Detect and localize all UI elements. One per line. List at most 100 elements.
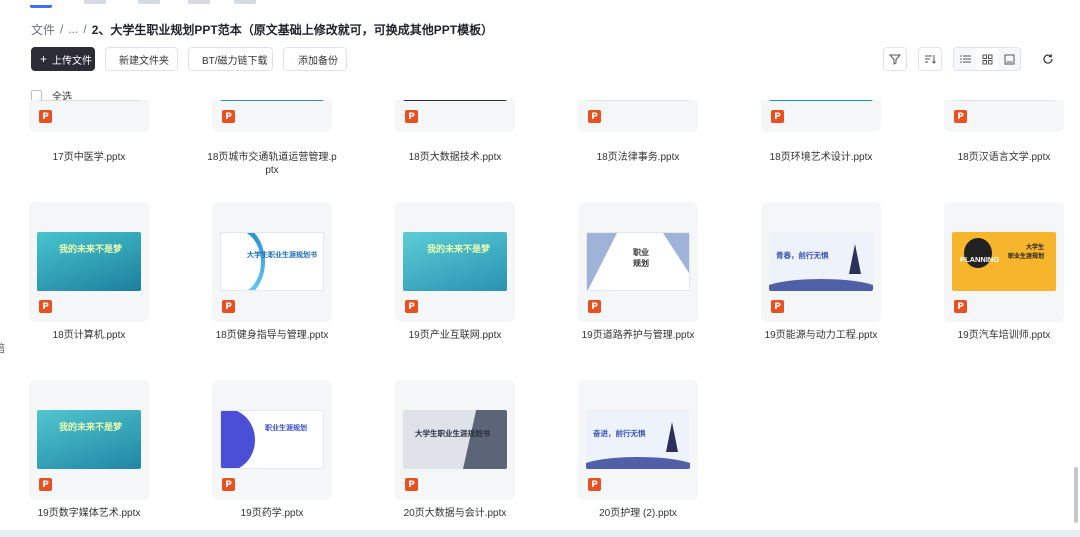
file-card[interactable]: 职业生涯规划 P bbox=[212, 380, 332, 500]
add-backup-button[interactable]: 添加备份 bbox=[283, 47, 347, 71]
ppt-file-icon: P bbox=[222, 300, 235, 313]
grid-view-toggle[interactable] bbox=[976, 48, 998, 70]
thumbnail-title: 奋进，前行无惧 bbox=[593, 429, 646, 438]
sort-button[interactable] bbox=[918, 47, 942, 71]
file-name[interactable]: 18页汉语言文学.pptx bbox=[939, 151, 1069, 164]
top-tab-strip bbox=[30, 0, 290, 8]
file-thumbnail: 职业 规划 bbox=[586, 232, 690, 291]
thumbnail-title: 我的未来不是梦 bbox=[59, 244, 123, 254]
new-folder-label: 新建文件夹 bbox=[119, 55, 169, 67]
thumbnail-shape bbox=[849, 244, 861, 274]
thumbnail-word: PLANNING bbox=[960, 255, 1000, 264]
thumbnail-title: 青春，前行无惧 bbox=[776, 251, 829, 260]
file-card[interactable]: P bbox=[761, 100, 881, 132]
file-card[interactable]: 我的未来不是梦 P bbox=[29, 202, 149, 322]
tab-active-indicator[interactable] bbox=[30, 5, 52, 8]
refresh-button[interactable] bbox=[1036, 47, 1060, 71]
thumbnail-shape bbox=[586, 457, 690, 469]
file-thumbnail: 我的未来不是梦 bbox=[37, 232, 141, 291]
view-controls bbox=[883, 47, 1060, 71]
file-card[interactable]: 大学生职业生涯规划书 P bbox=[212, 202, 332, 322]
file-name[interactable]: 18页城市交通轨道运营管理.p ptx bbox=[207, 151, 337, 177]
ppt-file-icon: P bbox=[39, 478, 52, 491]
file-thumbnail bbox=[37, 100, 141, 101]
filter-button[interactable] bbox=[883, 47, 907, 71]
list-view-toggle[interactable] bbox=[954, 48, 976, 70]
file-name[interactable]: 18页计算机.pptx bbox=[24, 329, 154, 342]
ppt-file-icon: P bbox=[222, 478, 235, 491]
ppt-file-icon: P bbox=[588, 110, 601, 123]
tab-4[interactable] bbox=[188, 0, 210, 4]
ppt-file-icon: P bbox=[588, 478, 601, 491]
refresh-icon bbox=[1043, 54, 1053, 64]
file-name[interactable]: 19页产业互联网.pptx bbox=[390, 329, 520, 342]
thumbnail-shape bbox=[221, 233, 261, 290]
thumbnail-title: 大学生职业生涯规划书 bbox=[247, 252, 317, 259]
tab-2[interactable] bbox=[84, 0, 106, 4]
breadcrumb-root[interactable]: 文件 bbox=[31, 21, 55, 38]
upload-button[interactable]: + 上传文件 bbox=[31, 47, 95, 71]
file-thumbnail bbox=[952, 100, 1056, 101]
tab-3[interactable] bbox=[138, 0, 160, 4]
file-thumbnail bbox=[220, 100, 324, 101]
file-card[interactable]: 奋进，前行无惧 P bbox=[578, 380, 698, 500]
file-card[interactable]: 我的未来不是梦 P bbox=[395, 202, 515, 322]
image-icon bbox=[1004, 54, 1014, 64]
file-card[interactable]: 我的未来不是梦 P bbox=[29, 380, 149, 500]
ppt-file-icon: P bbox=[954, 110, 967, 123]
file-name[interactable]: 20页护理 (2).pptx bbox=[573, 507, 703, 520]
file-card[interactable]: P bbox=[29, 100, 149, 132]
file-card[interactable]: P bbox=[212, 100, 332, 132]
list-icon bbox=[959, 55, 971, 63]
file-name[interactable]: 18页环境艺术设计.pptx bbox=[756, 151, 886, 164]
grid-icon bbox=[982, 54, 992, 64]
file-card[interactable]: 职业 规划 P bbox=[578, 202, 698, 322]
thumbnail-shape bbox=[463, 410, 507, 469]
file-card[interactable]: P bbox=[944, 100, 1064, 132]
ppt-file-icon: P bbox=[222, 110, 235, 123]
file-card[interactable]: PLANNING 大学生 职业生涯规划 P bbox=[944, 202, 1064, 322]
thumbnail-title: 大学生职业生涯规划书 bbox=[415, 429, 490, 438]
ppt-file-icon: P bbox=[771, 300, 784, 313]
toolbar: + 上传文件 新建文件夹 BT/磁力链下载 添加备份 bbox=[31, 47, 347, 71]
thumbnail-title: 职业 规划 bbox=[633, 248, 649, 268]
file-name[interactable]: 19页汽车培训师.pptx bbox=[939, 329, 1069, 342]
file-grid: P P P P P P 17页中医学.pptx 18页城市交通轨道运营管理.p p… bbox=[0, 100, 1072, 537]
thumbnail-title: 我的未来不是梦 bbox=[59, 422, 123, 432]
breadcrumb-separator: / bbox=[60, 22, 64, 36]
file-card[interactable]: P bbox=[578, 100, 698, 132]
file-name[interactable]: 18页法律事务.pptx bbox=[573, 151, 703, 164]
file-name[interactable]: 19页道路养护与管理.pptx bbox=[573, 329, 703, 342]
file-thumbnail: 大学生职业生涯规划书 bbox=[220, 232, 324, 291]
bt-download-button[interactable]: BT/磁力链下载 bbox=[188, 47, 273, 71]
thumbnail-view-toggle[interactable] bbox=[998, 48, 1020, 70]
ppt-file-icon: P bbox=[954, 300, 967, 313]
breadcrumb-ellipsis[interactable]: ... bbox=[68, 22, 78, 36]
file-name[interactable]: 20页大数据与会计.pptx bbox=[390, 507, 520, 520]
upload-label: 上传文件 bbox=[52, 55, 93, 67]
bottom-edge bbox=[0, 530, 1080, 537]
file-card[interactable]: 青春，前行无惧 P bbox=[761, 202, 881, 322]
thumbnail-shape bbox=[666, 422, 678, 452]
file-thumbnail: 我的未来不是梦 bbox=[403, 232, 507, 291]
thumbnail-title: 大学生 职业生涯规划 bbox=[1008, 245, 1045, 260]
file-thumbnail: 奋进，前行无惧 bbox=[586, 410, 690, 469]
file-name[interactable]: 19页能源与动力工程.pptx bbox=[756, 329, 886, 342]
ppt-file-icon: P bbox=[39, 300, 52, 313]
file-card[interactable]: P bbox=[395, 100, 515, 132]
thumbnail-shape bbox=[587, 233, 617, 290]
scrollbar-thumb[interactable] bbox=[1074, 467, 1078, 523]
file-name[interactable]: 18页大数据技术.pptx bbox=[390, 151, 520, 164]
thumbnail-shape bbox=[769, 279, 873, 291]
file-name[interactable]: 19页数字媒体艺术.pptx bbox=[24, 507, 154, 520]
file-name[interactable]: 18页健身指导与管理.pptx bbox=[207, 329, 337, 342]
file-card[interactable]: 大学生职业生涯规划书 P bbox=[395, 380, 515, 500]
ppt-file-icon: P bbox=[405, 300, 418, 313]
new-folder-button[interactable]: 新建文件夹 bbox=[105, 47, 178, 71]
tab-5[interactable] bbox=[234, 0, 256, 4]
plus-icon: + bbox=[40, 52, 48, 66]
file-name[interactable]: 17页中医学.pptx bbox=[24, 151, 154, 164]
breadcrumb: 文件 / ... / 2、大学生职业规划PPT范本（原文基础上修改就可，可换成其… bbox=[31, 21, 493, 37]
file-name[interactable]: 19页药学.pptx bbox=[207, 507, 337, 520]
thumbnail-title: 我的未来不是梦 bbox=[427, 244, 491, 254]
